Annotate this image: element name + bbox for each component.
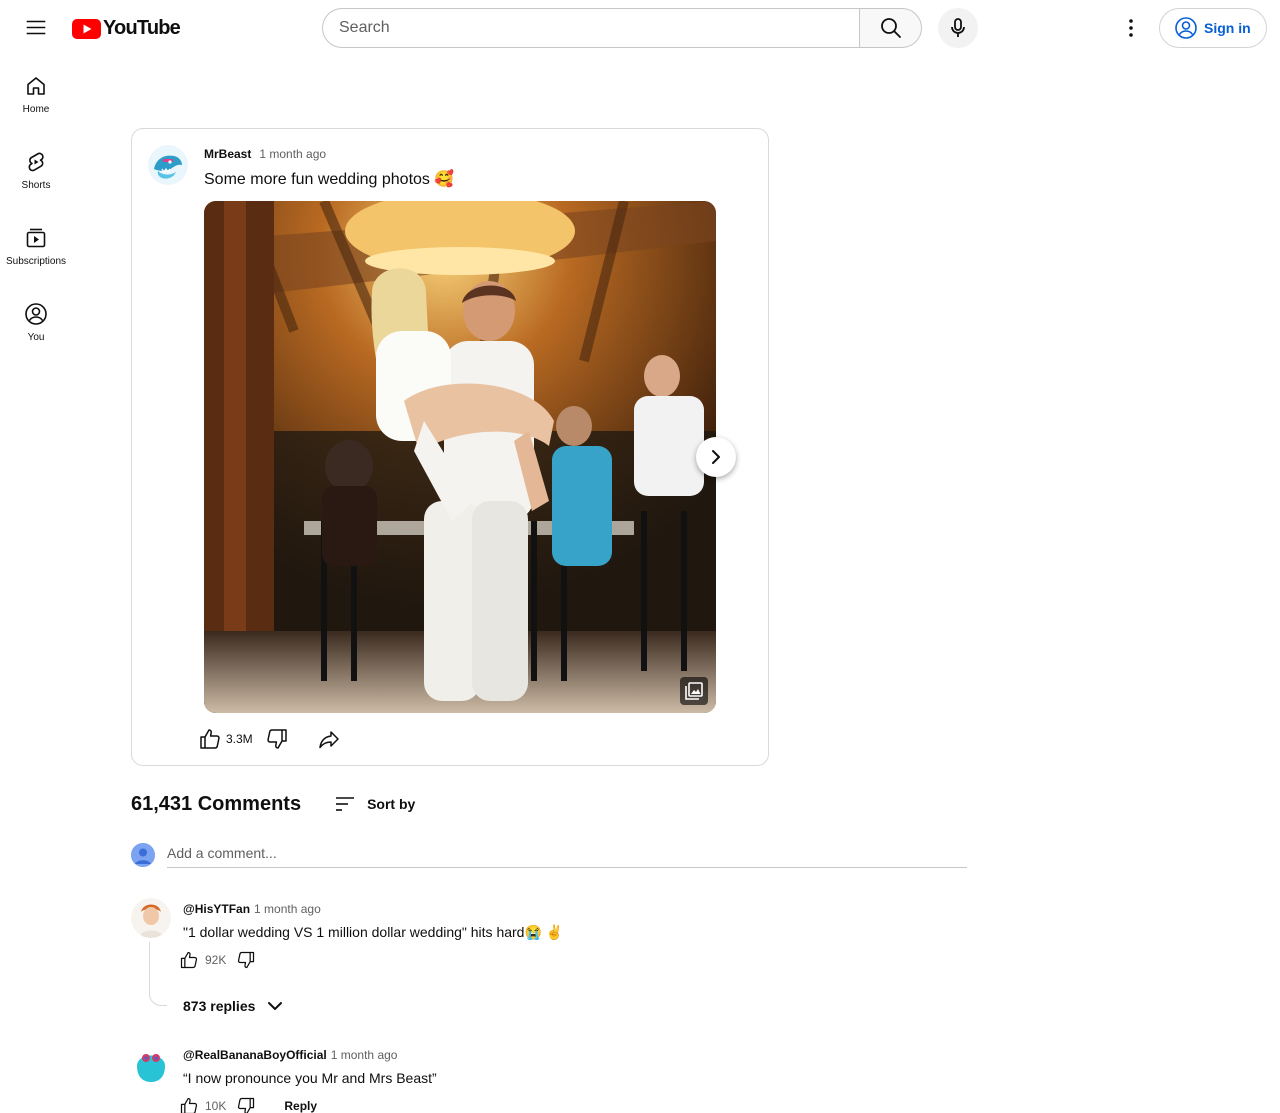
like-count: 3.3M xyxy=(226,732,253,746)
dislike-button[interactable] xyxy=(265,723,289,755)
you-icon xyxy=(25,303,47,325)
sidebar-item-label: Shorts xyxy=(21,180,51,191)
hamburger-icon xyxy=(26,20,46,35)
subscriptions-icon xyxy=(26,228,46,248)
comment-header: @RealBananaBoyOfficial 1 month ago xyxy=(183,1048,397,1062)
share-button[interactable] xyxy=(317,723,341,755)
comment-like-count: 10K xyxy=(205,1099,227,1113)
view-replies-button[interactable]: 873 replies xyxy=(183,996,285,1016)
comment-author[interactable]: @HisYTFan xyxy=(183,902,250,916)
sort-by-label: Sort by xyxy=(367,796,416,812)
comments-header: 61,431 Comments Sort by xyxy=(131,792,415,816)
post-image[interactable] xyxy=(204,201,716,713)
search-icon xyxy=(880,18,901,38)
sidebar-item-subscriptions[interactable]: Subscriptions xyxy=(0,208,72,284)
microphone-icon xyxy=(951,18,965,37)
youtube-wordmark: YouTube xyxy=(103,17,181,39)
sign-in-label: Sign in xyxy=(1204,20,1251,36)
thumb-up-icon[interactable] xyxy=(179,1096,199,1113)
thumb-down-icon[interactable] xyxy=(236,950,256,970)
author-avatar-icon xyxy=(131,1044,171,1084)
mrbeast-avatar-icon xyxy=(148,145,188,185)
comment-like-count: 92K xyxy=(205,953,227,967)
search-button[interactable] xyxy=(859,8,922,48)
more-vert-icon xyxy=(1129,19,1133,37)
post-text: Some more fun wedding photos 🥰 xyxy=(204,171,455,188)
thumb-up-icon[interactable] xyxy=(179,950,199,970)
settings-more-button[interactable] xyxy=(1111,8,1151,48)
comment-author-avatar[interactable] xyxy=(131,898,171,938)
sidebar-item-shorts[interactable]: Shorts xyxy=(0,132,72,208)
photo-library-icon xyxy=(685,682,703,700)
post-header: MrBeast 1 month ago xyxy=(204,147,326,161)
voice-search-button[interactable] xyxy=(938,8,978,48)
comment-text: "1 dollar wedding VS 1 million dollar we… xyxy=(183,924,564,940)
gallery-indicator xyxy=(680,677,708,705)
default-avatar-icon xyxy=(131,843,155,867)
community-post: MrBeast 1 month ago Some more fun weddin… xyxy=(131,128,769,766)
sidebar-item-label: Home xyxy=(22,104,50,115)
chevron-right-icon xyxy=(712,450,720,464)
comment-author-avatar[interactable] xyxy=(131,1044,171,1084)
next-image-button[interactable] xyxy=(696,437,736,477)
channel-name[interactable]: MrBeast xyxy=(204,147,251,161)
thumb-up-icon xyxy=(200,729,220,749)
home-icon xyxy=(27,77,45,95)
comments-count: 61,431 Comments xyxy=(131,792,302,815)
comment-actions: 92K xyxy=(179,948,256,972)
search-input[interactable] xyxy=(322,8,859,48)
comment-time[interactable]: 1 month ago xyxy=(331,1048,398,1062)
comment-thread: @HisYTFan 1 month ago "1 dollar wedding … xyxy=(131,898,967,1028)
comment-header: @HisYTFan 1 month ago xyxy=(183,902,321,916)
sidebar-item-label: Subscriptions xyxy=(5,256,67,267)
comment-author[interactable]: @RealBananaBoyOfficial xyxy=(183,1048,327,1062)
search-box xyxy=(322,8,922,48)
reply-button[interactable]: Reply xyxy=(284,1099,317,1113)
comment-actions: 10K Reply xyxy=(179,1094,317,1113)
post-time[interactable]: 1 month ago xyxy=(259,147,326,161)
replies-label: 873 replies xyxy=(183,998,256,1014)
user-avatar xyxy=(131,843,155,867)
comment-time[interactable]: 1 month ago xyxy=(254,902,321,916)
youtube-play-icon xyxy=(72,18,101,39)
thumb-down-icon xyxy=(266,729,287,749)
wedding-photo xyxy=(204,201,716,713)
chevron-down-icon xyxy=(268,1002,283,1010)
channel-avatar[interactable] xyxy=(148,145,188,185)
shorts-icon xyxy=(28,152,44,172)
account-circle-icon xyxy=(1175,17,1197,39)
comment-text: “I now pronounce you Mr and Mrs Beast” xyxy=(183,1070,437,1086)
sort-icon xyxy=(336,797,355,811)
share-icon xyxy=(318,731,339,749)
sidebar-item-label: You xyxy=(27,332,45,343)
sort-by-button[interactable]: Sort by xyxy=(333,792,415,816)
youtube-logo[interactable]: YouTube xyxy=(72,17,181,40)
like-button[interactable] xyxy=(198,723,222,755)
sidebar-item-you[interactable]: You xyxy=(0,284,72,360)
add-comment-input[interactable] xyxy=(167,842,967,868)
thumb-down-icon[interactable] xyxy=(236,1096,256,1113)
guide-menu-button[interactable] xyxy=(16,8,56,48)
add-comment-row xyxy=(131,842,967,868)
comment-thread: @RealBananaBoyOfficial 1 month ago “I no… xyxy=(131,1044,967,1113)
sign-in-button[interactable]: Sign in xyxy=(1159,8,1267,48)
mini-guide: Home Shorts Subscriptions You xyxy=(0,56,72,360)
post-actions: 3.3M xyxy=(198,723,341,755)
author-avatar-icon xyxy=(131,898,171,938)
sidebar-item-home[interactable]: Home xyxy=(0,56,72,132)
thread-connector xyxy=(149,942,167,1006)
masthead: YouTube Sign in xyxy=(0,0,1280,56)
